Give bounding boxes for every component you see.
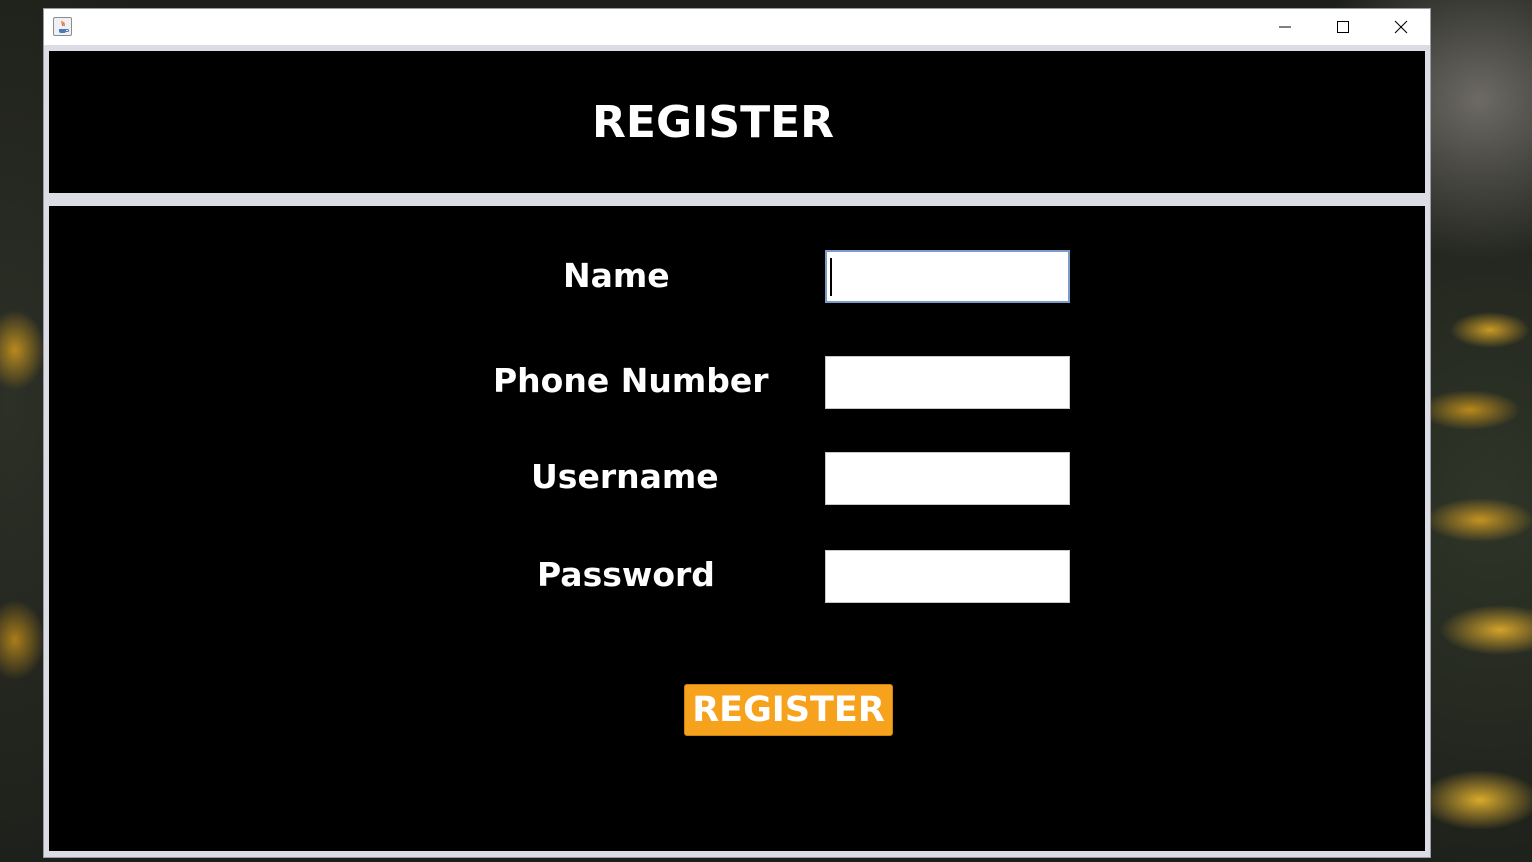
name-field[interactable] — [825, 250, 1070, 303]
close-icon — [1394, 20, 1408, 34]
registration-form: Name Phone Number Username Password REGI… — [49, 206, 1425, 851]
close-button[interactable] — [1372, 9, 1430, 45]
maximize-button[interactable] — [1314, 9, 1372, 45]
text-caret — [830, 258, 832, 296]
password-label: Password — [537, 555, 715, 594]
page-title: REGISTER — [592, 97, 835, 148]
minimize-icon — [1279, 26, 1291, 28]
register-window: REGISTER Name Phone Number Username Pass… — [43, 8, 1431, 858]
password-field[interactable] — [825, 550, 1070, 603]
name-label: Name — [563, 256, 670, 295]
phone-number-label: Phone Number — [493, 361, 769, 400]
username-field[interactable] — [825, 452, 1070, 505]
header-panel: REGISTER — [49, 51, 1425, 193]
username-label: Username — [531, 457, 719, 496]
phone-number-field[interactable] — [825, 356, 1070, 409]
minimize-button[interactable] — [1256, 9, 1314, 45]
title-bar[interactable] — [44, 9, 1430, 45]
maximize-icon — [1337, 21, 1349, 33]
desktop-background: REGISTER Name Phone Number Username Pass… — [0, 0, 1532, 862]
register-button[interactable]: REGISTER — [684, 684, 893, 736]
java-app-icon[interactable] — [53, 17, 72, 36]
